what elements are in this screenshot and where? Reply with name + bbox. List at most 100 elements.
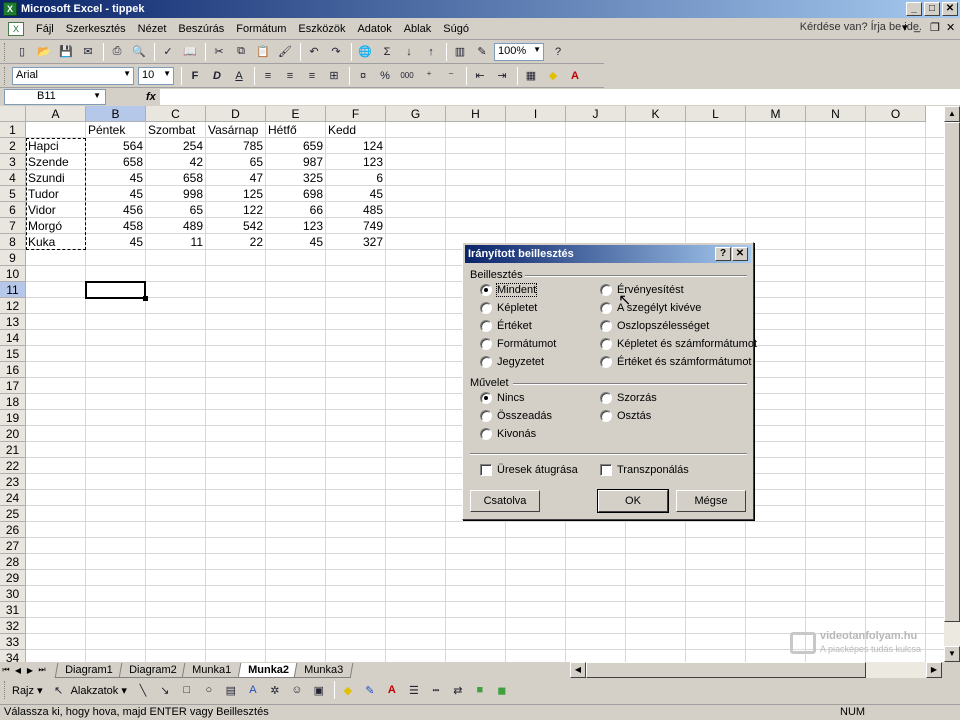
cell[interactable]: 998 — [146, 186, 205, 202]
radio-paste-formulas[interactable]: Képletet — [480, 302, 537, 314]
row-header[interactable]: 9 — [0, 250, 26, 266]
column-header[interactable]: J — [566, 106, 626, 122]
row-header[interactable]: 12 — [0, 298, 26, 314]
row-header[interactable]: 31 — [0, 602, 26, 618]
row-header[interactable]: 29 — [0, 570, 26, 586]
cell[interactable]: 125 — [206, 186, 265, 202]
toolbar-grip[interactable] — [4, 66, 8, 85]
increase-decimal-icon[interactable]: ⁺ — [419, 66, 439, 86]
column-header[interactable]: L — [686, 106, 746, 122]
radio-paste-comments[interactable]: Jegyzetet — [480, 356, 544, 368]
sheet-tab-diagram1[interactable]: Diagram1 — [54, 662, 124, 678]
row-header[interactable]: 25 — [0, 506, 26, 522]
cancel-button[interactable]: Mégse — [676, 490, 746, 512]
fill-color-icon[interactable]: ◆ — [543, 66, 563, 86]
horizontal-scroll-thumb[interactable] — [586, 662, 866, 678]
cell[interactable]: 658 — [146, 170, 205, 186]
print-preview-icon[interactable]: 🔍 — [129, 42, 149, 62]
row-header[interactable]: 27 — [0, 538, 26, 554]
toolbar-grip[interactable] — [4, 42, 8, 61]
radio-operation-none[interactable]: Nincs — [480, 392, 525, 404]
sort-ascending-icon[interactable]: ↓ — [399, 42, 419, 62]
scroll-left-icon[interactable]: ◀ — [570, 662, 586, 678]
column-header[interactable]: C — [146, 106, 206, 122]
dialog-close-button[interactable]: ✕ — [732, 247, 748, 261]
row-header[interactable]: 4 — [0, 170, 26, 186]
research-icon[interactable]: 📖 — [180, 42, 200, 62]
row-header[interactable]: 18 — [0, 394, 26, 410]
cell[interactable]: 45 — [86, 234, 145, 250]
3d-icon[interactable]: ◼ — [492, 680, 512, 700]
line-style-icon[interactable]: ☰ — [404, 680, 424, 700]
row-header[interactable]: 13 — [0, 314, 26, 330]
cell[interactable]: 65 — [146, 202, 205, 218]
decrease-decimal-icon[interactable]: ⁻ — [441, 66, 461, 86]
line-color-icon[interactable]: ✎ — [360, 680, 380, 700]
column-header[interactable]: M — [746, 106, 806, 122]
prev-sheet-icon[interactable]: ◀ — [12, 666, 24, 675]
cell[interactable]: 22 — [206, 234, 265, 250]
row-header[interactable]: 26 — [0, 522, 26, 538]
row-header[interactable]: 33 — [0, 634, 26, 650]
cell[interactable]: 42 — [146, 154, 205, 170]
chart-wizard-icon[interactable]: ▥ — [450, 42, 470, 62]
cell[interactable]: 489 — [146, 218, 205, 234]
clipart-icon[interactable]: ☺ — [287, 680, 307, 700]
font-size-combo[interactable]: 10 ▼ — [138, 66, 174, 85]
row-header[interactable]: 16 — [0, 362, 26, 378]
menu-window[interactable]: Ablak — [398, 23, 438, 35]
row-header[interactable]: 28 — [0, 554, 26, 570]
help-box-dropdown-icon[interactable]: ▾ — [902, 21, 908, 34]
arrow-style-icon[interactable]: ⇄ — [448, 680, 468, 700]
row-header[interactable]: 21 — [0, 442, 26, 458]
cell[interactable]: 327 — [326, 234, 385, 250]
increase-indent-icon[interactable]: ⇥ — [492, 66, 512, 86]
cell[interactable]: 65 — [206, 154, 265, 170]
vertical-scrollbar[interactable]: ▲ ▼ — [944, 106, 960, 662]
row-header[interactable]: 34 — [0, 650, 26, 662]
cell[interactable]: 325 — [266, 170, 325, 186]
radio-paste-all-except-borders[interactable]: A szegélyt kivéve — [600, 302, 701, 314]
radio-operation-divide[interactable]: Osztás — [600, 410, 651, 422]
sheet-tab-diagram2[interactable]: Diagram2 — [118, 662, 187, 678]
vertical-scroll-thumb[interactable] — [944, 122, 960, 622]
column-header[interactable]: G — [386, 106, 446, 122]
cell[interactable]: 659 — [266, 138, 325, 154]
picture-icon[interactable]: ▣ — [309, 680, 329, 700]
paste-icon[interactable]: 📋 — [253, 42, 273, 62]
horizontal-scrollbar[interactable]: ◀ ▶ — [570, 662, 942, 678]
sort-descending-icon[interactable]: ↑ — [421, 42, 441, 62]
radio-paste-formulas-number-formats[interactable]: Képletet és számformátumot — [600, 338, 757, 350]
cell[interactable]: 785 — [206, 138, 265, 154]
column-header[interactable]: F — [326, 106, 386, 122]
help-icon[interactable]: ? — [548, 42, 568, 62]
workbook-restore-button[interactable]: ❐ — [930, 21, 940, 34]
sheet-tab-munka1[interactable]: Munka1 — [182, 662, 242, 678]
permission-icon[interactable]: ✉ — [78, 42, 98, 62]
row-header[interactable]: 7 — [0, 218, 26, 234]
draw-font-color-icon[interactable]: A — [382, 680, 402, 700]
spelling-icon[interactable]: ✓ — [158, 42, 178, 62]
workbook-icon[interactable]: X — [8, 21, 24, 36]
radio-paste-values-number-formats[interactable]: Értéket és számformátumot — [600, 356, 752, 368]
cell[interactable]: 45 — [266, 234, 325, 250]
diagram-icon[interactable]: ✲ — [265, 680, 285, 700]
menu-view[interactable]: Nézet — [132, 23, 173, 35]
menu-tools[interactable]: Eszközök — [292, 23, 351, 35]
name-box[interactable]: B11 ▼ — [4, 89, 106, 105]
row-header[interactable]: 6 — [0, 202, 26, 218]
dialog-help-button[interactable]: ? — [715, 247, 731, 261]
column-header[interactable]: K — [626, 106, 686, 122]
undo-icon[interactable]: ↶ — [304, 42, 324, 62]
arrow-icon[interactable]: ↘ — [155, 680, 175, 700]
print-icon[interactable]: ⎙ — [107, 42, 127, 62]
underline-button[interactable]: A — [229, 66, 249, 86]
close-button[interactable]: ✕ — [942, 2, 958, 16]
currency-icon[interactable]: ¤ — [353, 66, 373, 86]
toolbar-grip[interactable] — [4, 681, 8, 699]
column-header[interactable]: E — [266, 106, 326, 122]
row-header[interactable]: 32 — [0, 618, 26, 634]
menu-file[interactable]: Fájl — [30, 23, 60, 35]
row-header[interactable]: 30 — [0, 586, 26, 602]
drawing-icon[interactable]: ✎ — [472, 42, 492, 62]
